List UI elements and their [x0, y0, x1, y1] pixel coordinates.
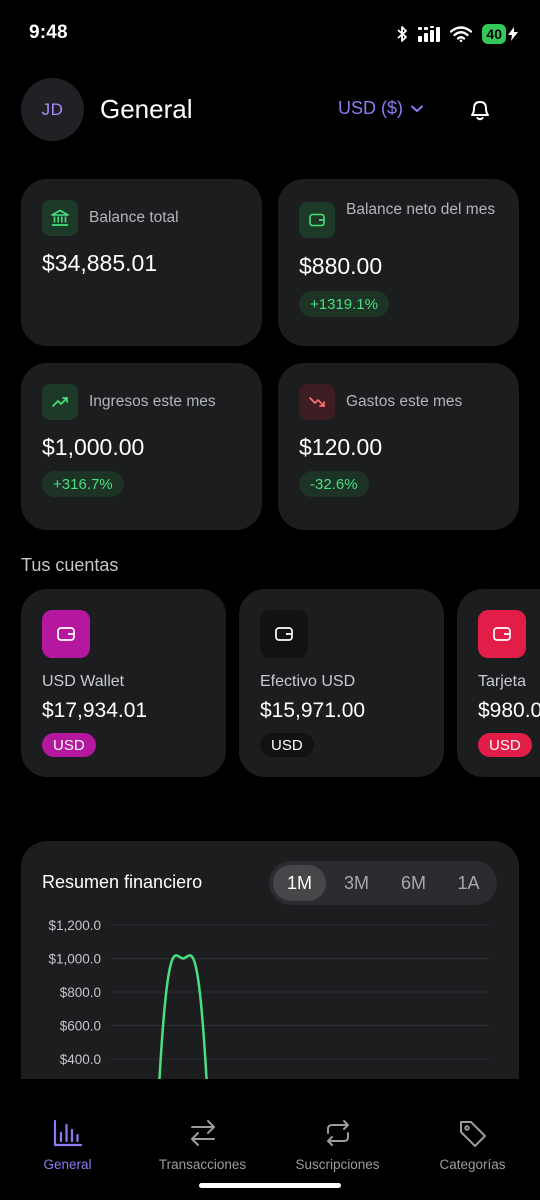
bottom-nav: General Transacciones Suscripciones Cate…: [0, 1079, 540, 1200]
charging-bolt-icon: [508, 27, 518, 41]
ingresos-label: Ingresos este mes: [89, 393, 216, 410]
nav-label: Categorías: [439, 1157, 506, 1172]
y-tick-label: $1,200.0: [48, 918, 101, 933]
battery-indicator: 40: [482, 24, 518, 44]
balance-neto-change-badge: +1319.1%: [299, 291, 389, 317]
bank-icon: [42, 200, 78, 236]
repeat-icon: [326, 1120, 349, 1146]
bar-chart-icon: [53, 1119, 82, 1147]
wallet-icon: [299, 202, 335, 238]
y-tick-label: $600.0: [60, 1019, 101, 1034]
account-amount: $980.00: [478, 699, 540, 722]
signal-icon: [418, 26, 441, 42]
status-time: 9:48: [29, 22, 68, 43]
account-name: Tarjeta: [478, 673, 527, 690]
chevron-down-icon: [411, 105, 424, 112]
balance-total-label: Balance total: [89, 209, 179, 226]
nav-item-general[interactable]: General: [0, 1119, 135, 1172]
ingresos-change-badge: +316.7%: [42, 471, 124, 497]
trending-up-icon: [42, 384, 78, 420]
accounts-section-title: Tus cuentas: [21, 555, 119, 575]
wifi-icon: [450, 26, 473, 42]
account-card[interactable]: Efectivo USD $15,971.00 USD: [239, 589, 444, 777]
ingresos-card[interactable]: Ingresos este mes $1,000.00 +316.7%: [21, 363, 262, 530]
nav-label: Transacciones: [158, 1157, 247, 1172]
account-currency-badge: USD: [260, 733, 314, 757]
ingresos-value: $1,000.00: [42, 434, 145, 460]
account-currency-badge: USD: [478, 733, 532, 757]
app-screen: 9:48 40 JD General USD ($) Balance total…: [0, 0, 540, 1200]
account-currency-badge: USD: [42, 733, 96, 757]
gastos-value: $120.00: [299, 434, 383, 460]
gastos-change-badge: -32.6%: [299, 471, 369, 497]
balance-total-card[interactable]: Balance total $34,885.01: [21, 179, 262, 346]
y-tick-label: $1,000.0: [48, 952, 101, 967]
nav-item-categorias[interactable]: Categorías: [405, 1119, 540, 1172]
account-name: Efectivo USD: [260, 673, 356, 690]
y-tick-label: $800.0: [60, 985, 101, 1000]
account-card[interactable]: Tarjeta $980.00 USD: [457, 589, 540, 777]
account-amount: $17,934.01: [42, 699, 148, 722]
currency-selector[interactable]: USD ($): [338, 98, 424, 119]
bluetooth-icon: [397, 26, 408, 42]
status-bar: 9:48 40: [0, 0, 540, 66]
nav-item-suscripciones[interactable]: Suscripciones: [270, 1119, 405, 1172]
bell-icon[interactable]: [465, 95, 495, 125]
balance-neto-value: $880.00: [299, 253, 383, 279]
account-amount: $15,971.00: [260, 699, 366, 722]
wallet-icon: [42, 610, 90, 658]
wallet-icon: [478, 610, 526, 658]
battery-level: 40: [482, 24, 506, 44]
home-indicator: [199, 1183, 341, 1188]
avatar[interactable]: JD: [21, 78, 84, 141]
balance-neto-label: Balance neto del mes: [346, 201, 496, 218]
wallet-icon: [260, 610, 308, 658]
nav-item-transacciones[interactable]: Transacciones: [135, 1119, 270, 1172]
gastos-label: Gastos este mes: [346, 393, 463, 410]
tag-icon: [459, 1121, 486, 1147]
balance-total-value: $34,885.01: [42, 250, 158, 276]
nav-label: General: [43, 1157, 92, 1172]
balance-neto-card[interactable]: Balance neto del mes $880.00 +1319.1%: [278, 179, 519, 346]
gastos-card[interactable]: Gastos este mes $120.00 -32.6%: [278, 363, 519, 530]
page-title: General: [100, 94, 193, 124]
app-header: JD General USD ($): [0, 78, 540, 142]
account-card[interactable]: USD Wallet $17,934.01 USD: [21, 589, 226, 777]
arrows-swap-icon: [190, 1120, 215, 1146]
account-name: USD Wallet: [42, 673, 125, 690]
status-icons: 40: [396, 22, 518, 46]
currency-selector-label: USD ($): [338, 98, 404, 118]
nav-label: Suscripciones: [295, 1157, 380, 1172]
trending-down-icon: [299, 384, 335, 420]
y-tick-label: $400.0: [60, 1052, 101, 1067]
